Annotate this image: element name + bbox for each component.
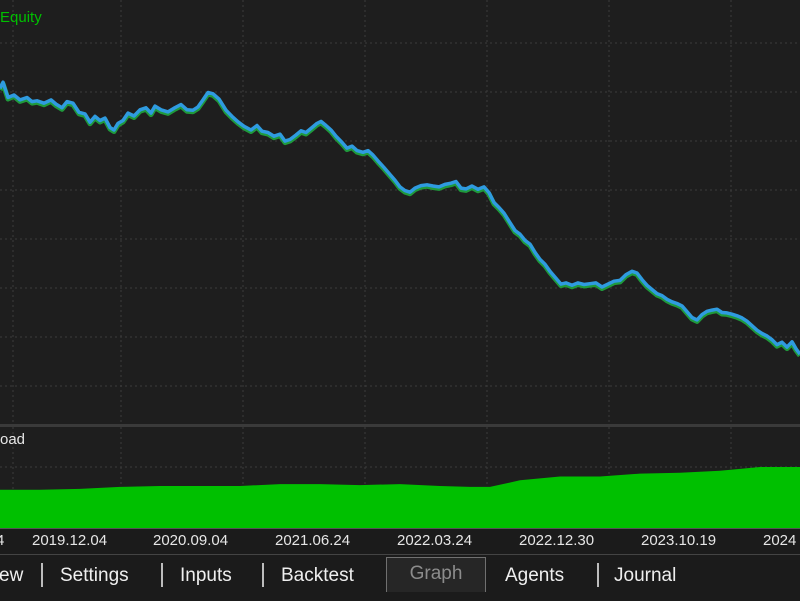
tab-separator bbox=[161, 563, 163, 587]
x-tick-label: 2023.10.19 bbox=[641, 532, 717, 549]
time-axis: 4 2019.12.04 2020.09.04 2021.06.24 2022.03.2… bbox=[0, 528, 800, 555]
equity-chart-grid bbox=[0, 0, 800, 424]
drawdown-chart: oad bbox=[0, 427, 800, 528]
tab-backtest[interactable]: Backtest bbox=[281, 560, 354, 592]
x-tick-label: 2020.09.04 bbox=[153, 532, 229, 549]
x-tick-label: 4 bbox=[0, 532, 5, 549]
drawdown-area bbox=[0, 467, 800, 528]
legend-label-drawdown: oad bbox=[0, 431, 25, 448]
x-tick-label: 2019.12.04 bbox=[32, 532, 108, 549]
equity-line bbox=[0, 80, 800, 356]
equity-series bbox=[0, 80, 800, 358]
x-tick-label: 2022.12.30 bbox=[519, 532, 595, 549]
tab-ew[interactable]: ew bbox=[0, 560, 23, 592]
drawdown-series bbox=[0, 467, 800, 528]
x-tick-label: 2024 bbox=[763, 532, 797, 549]
tab-inputs[interactable]: Inputs bbox=[180, 560, 232, 592]
tab-journal[interactable]: Journal bbox=[614, 560, 676, 592]
tab-separator bbox=[597, 563, 599, 587]
tab-graph[interactable]: Graph bbox=[386, 557, 486, 592]
legend-label-equity: Equity bbox=[0, 9, 42, 26]
tester-tab-bar: ew Settings Inputs Backtest Graph Agents Journ… bbox=[0, 554, 800, 601]
tab-agents[interactable]: Agents bbox=[505, 560, 564, 592]
equity-line-shadow bbox=[0, 81, 800, 358]
x-tick-label: 2022.03.24 bbox=[397, 532, 473, 549]
equity-chart: Equity bbox=[0, 0, 800, 424]
tab-separator bbox=[262, 563, 264, 587]
tab-settings[interactable]: Settings bbox=[60, 560, 129, 592]
tab-separator bbox=[41, 563, 43, 587]
x-tick-label: 2021.06.24 bbox=[275, 532, 351, 549]
